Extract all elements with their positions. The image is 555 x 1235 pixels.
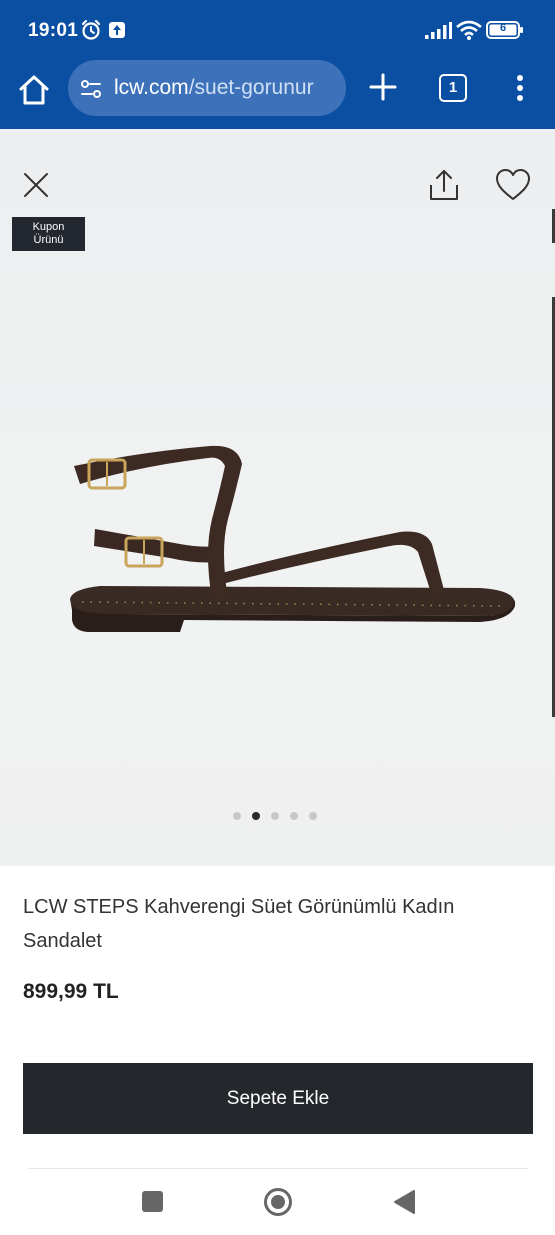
signal-icon	[425, 22, 452, 39]
alarm-icon	[81, 19, 101, 40]
home-circle-icon[interactable]	[263, 1187, 293, 1217]
coupon-badge-line1: Kupon	[32, 221, 65, 233]
back-triangle-icon[interactable]	[392, 1189, 416, 1215]
close-icon[interactable]	[20, 169, 52, 201]
tab-switcher-button[interactable]: 1	[439, 74, 467, 102]
status-bar: 19:01 6	[0, 0, 555, 60]
share-icon[interactable]	[426, 167, 462, 203]
heart-icon[interactable]	[494, 167, 532, 203]
product-price: 899,99 TL	[23, 980, 119, 1003]
pagination-dot[interactable]	[271, 812, 279, 820]
pagination-dot[interactable]	[309, 812, 317, 820]
product-gallery[interactable]: Kupon Ürünü	[0, 129, 555, 866]
system-nav-bar	[0, 1169, 555, 1235]
site-settings-icon[interactable]	[80, 78, 102, 100]
url-path: /suet-gorunur	[188, 76, 314, 99]
new-tab-icon[interactable]	[366, 70, 400, 104]
home-icon[interactable]	[14, 70, 54, 110]
status-time: 19:01	[28, 20, 79, 41]
top-bar: 19:01 6 lcw.com/suet-gorunur 1	[0, 0, 555, 129]
battery-level: 6	[499, 22, 507, 34]
product-image-sandal[interactable]	[60, 434, 530, 654]
coupon-badge: Kupon Ürünü	[12, 217, 85, 251]
coupon-badge-line2: Ürünü	[33, 234, 64, 246]
browser-toolbar: lcw.com/suet-gorunur 1	[0, 58, 555, 129]
address-bar[interactable]: lcw.com/suet-gorunur	[68, 60, 346, 116]
pagination-dot[interactable]	[290, 812, 298, 820]
url-domain: lcw.com	[114, 76, 189, 99]
url-text[interactable]: lcw.com/suet-gorunur	[114, 76, 314, 100]
wifi-icon	[456, 20, 482, 40]
add-to-cart-button[interactable]: Sepete Ekle	[23, 1063, 533, 1134]
product-title: LCW STEPS Kahverengi Süet Görünümlü Kadı…	[23, 896, 455, 952]
more-menu-icon[interactable]	[508, 70, 532, 106]
gallery-pagination	[233, 812, 317, 822]
recents-icon[interactable]	[142, 1191, 163, 1212]
pagination-dot[interactable]	[233, 812, 241, 820]
pagination-dot-active[interactable]	[252, 812, 260, 820]
notification-icon	[109, 22, 125, 38]
